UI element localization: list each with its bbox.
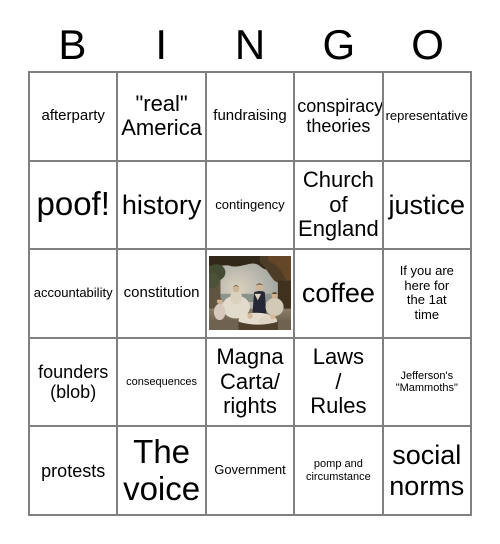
bingo-cell-label: founders (blob) [38, 361, 109, 403]
bingo-cell-r1-c5[interactable]: representative [383, 73, 472, 162]
bingo-cell-label: Church of England [298, 166, 379, 242]
bingo-cell-label: protests [41, 460, 106, 481]
bingo-cell-r1-c2[interactable]: "real" America [118, 73, 207, 162]
bingo-cell-label: pomp and circumstance [305, 458, 371, 483]
bingo-cell-label: coffee [301, 278, 375, 309]
bingo-cell-label: Government [214, 462, 286, 478]
victorian-royal-family-painting-image [208, 256, 291, 331]
bingo-cell-r3-c4[interactable]: coffee [295, 250, 384, 339]
bingo-cell-label: fundraising [213, 106, 287, 124]
bingo-cell-r3-c1[interactable]: accountability [30, 250, 119, 339]
bingo-cell-label: Jefferson's "Mammoths" [395, 369, 458, 395]
bingo-cell-label: Laws / Rules [310, 344, 367, 419]
bingo-header-letter-o: O [411, 20, 444, 68]
bingo-cell-r1-c3[interactable]: fundraising [206, 73, 296, 162]
bingo-cell-label: conspiracy theories [297, 96, 384, 137]
bingo-cell-label: constitution [123, 284, 200, 302]
bingo-header-letter-g: G [322, 20, 356, 68]
bingo-cell-r3-c5[interactable]: If you are here for the 1at time [383, 250, 472, 339]
bingo-cell-r4-c3[interactable]: Magna Carta/ rights [206, 338, 296, 428]
bingo-cell-r5-c3[interactable]: Government [206, 427, 296, 516]
bingo-cell-r4-c2[interactable]: consequences [118, 338, 207, 428]
bingo-header-letter-b: B [58, 20, 87, 68]
bingo-cell-r5-c4[interactable]: pomp and circumstance [295, 427, 384, 516]
bingo-cell-label: afterparty [41, 106, 105, 124]
bingo-header-letter-n: N [234, 20, 266, 68]
bingo-cell-label: social norms [389, 440, 465, 501]
bingo-cell-r2-c1[interactable]: poof! [30, 161, 119, 251]
bingo-cell-r2-c5[interactable]: justice [383, 161, 472, 251]
bingo-cell-label: justice [388, 189, 466, 220]
bingo-card: B I N G O afterparty "real" America fundraisin… [0, 0, 500, 544]
bingo-cell-label: "real" America [121, 90, 202, 141]
bingo-cell-label: accountability [33, 285, 113, 301]
bingo-cell-label: Magna Carta/ rights [216, 344, 284, 419]
bingo-cell-r1-c4[interactable]: conspiracy theories [295, 73, 384, 162]
bingo-cell-label: representative [385, 108, 468, 124]
bingo-cell-r3-c3[interactable] [206, 250, 296, 339]
bingo-cell-r4-c5[interactable]: Jefferson's "Mammoths" [383, 338, 472, 428]
bingo-cell-r4-c4[interactable]: Laws / Rules [295, 338, 384, 428]
bingo-cell-r5-c5[interactable]: social norms [383, 427, 472, 516]
bingo-cell-label: If you are here for the 1at time [399, 263, 454, 323]
bingo-cell-label: The voice [123, 432, 201, 507]
bingo-cell-label: history [121, 189, 202, 220]
bingo-cell-r4-c1[interactable]: founders (blob) [30, 338, 119, 428]
bingo-header-letter-i: I [155, 20, 168, 68]
bingo-grid: afterparty "real" America fundraising consp… [28, 71, 472, 516]
bingo-cell-label: consequences [126, 375, 198, 388]
bingo-cell-label: contingency [215, 196, 285, 212]
bingo-cell-r5-c2[interactable]: The voice [118, 427, 207, 516]
bingo-header-row: BINGO [28, 18, 472, 71]
bingo-cell-r2-c4[interactable]: Church of England [295, 161, 384, 251]
bingo-cell-r1-c1[interactable]: afterparty [30, 73, 119, 162]
bingo-cell-label: poof! [36, 185, 110, 223]
bingo-cell-r5-c1[interactable]: protests [30, 427, 119, 516]
bingo-cell-r2-c2[interactable]: history [118, 161, 207, 251]
bingo-cell-r3-c2[interactable]: constitution [118, 250, 207, 339]
bingo-cell-r2-c3[interactable]: contingency [206, 161, 296, 251]
